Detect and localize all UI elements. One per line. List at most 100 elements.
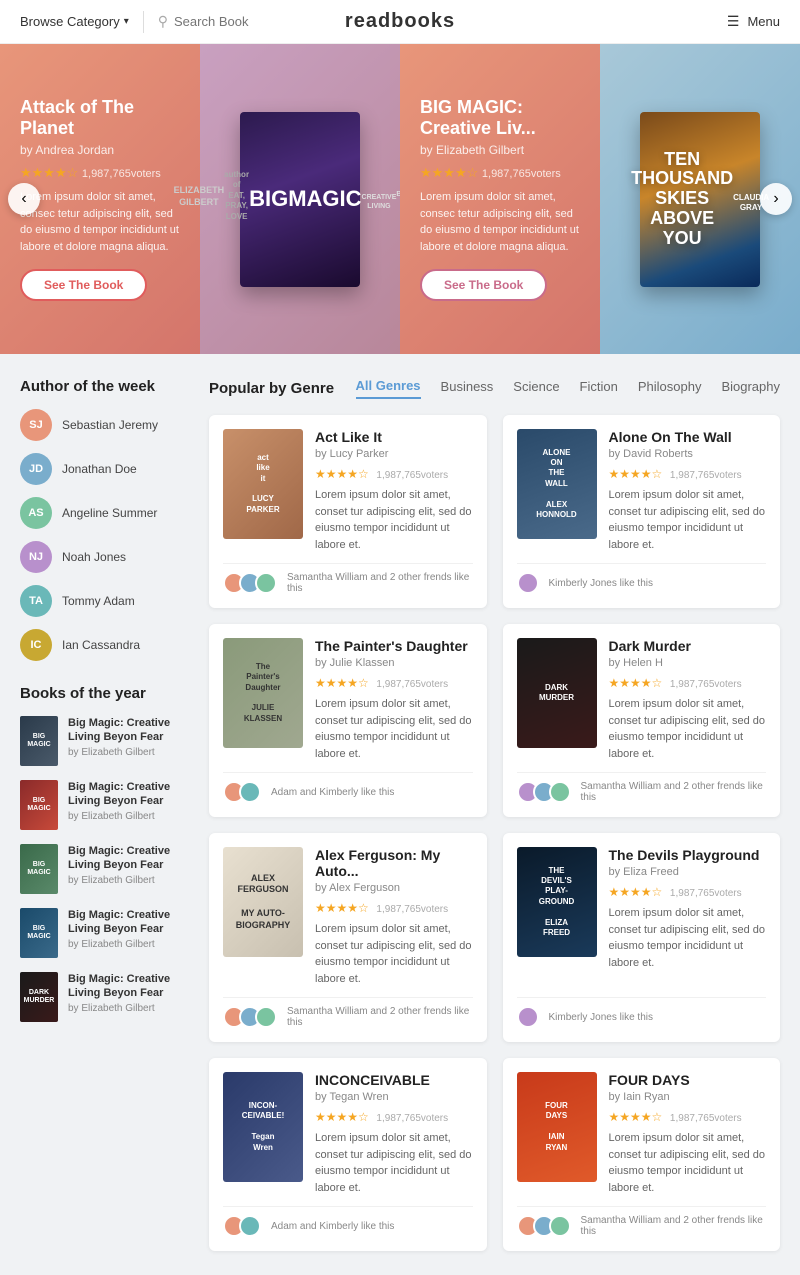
author-item[interactable]: TA Tommy Adam [20,585,185,617]
carousel-next-button[interactable]: › [760,183,792,215]
chevron-down-icon: ▾ [124,16,129,27]
book-cover: ALONEONTHEWALLALEXHONNOLD [517,429,597,539]
menu-button[interactable]: ☰ Menu [727,13,780,30]
tab-all-genres[interactable]: All Genres [356,378,421,399]
like-avatars [223,1215,255,1237]
author-item[interactable]: NJ Noah Jones [20,541,185,573]
book-card-desc: Lorem ipsum dolor sit amet, conset tur a… [315,487,473,553]
book-card-info: Act Like It by Lucy Parker ★★★★☆ 1,987,7… [315,429,473,553]
book-card-inner: ThePainter'sDaughterJULIEKLASSEN The Pai… [223,638,473,762]
book-card: FOURDAYSIAINRYAN FOUR DAYS by Iain Ryan … [503,1058,781,1251]
book-card-desc: Lorem ipsum dolor sit amet, conset tur a… [315,921,473,987]
browse-label: Browse Category [20,14,120,29]
author-name: Noah Jones [62,550,126,564]
content-area: Popular by Genre All Genres Business Sci… [209,378,780,1251]
voters: 1,987,765voters [670,1113,742,1124]
tab-biography[interactable]: Biography [721,379,780,398]
stars: ★★★★☆ [315,1110,369,1124]
like-text: Samantha William and 2 other frends like… [287,1006,473,1028]
book-card: INCON-CEIVABLE!TeganWren INCONCEIVABLE b… [209,1058,487,1251]
like-avatar [549,781,571,803]
book-card-title: Alone On The Wall [609,429,767,445]
book-card-likes: Adam and Kimberly like this [223,772,473,803]
hero-slide-3-cta[interactable]: See The Book [420,269,547,301]
book-thumbnail: BIGMAGIC [20,780,58,830]
hero-carousel: ‹ Attack of The Planet by Andrea Jordan … [0,44,800,354]
book-card-info: Alex Ferguson: My Auto... by Alex Fergus… [315,847,473,987]
like-avatar [255,1006,277,1028]
book-author: by Elizabeth Gilbert [68,1003,185,1014]
book-card-likes: Samantha William and 2 other frends like… [517,772,767,803]
main-content: Author of the week SJ Sebastian Jeremy J… [0,354,800,1275]
book-card-info: FOUR DAYS by Iain Ryan ★★★★☆ 1,987,765vo… [609,1072,767,1196]
like-avatar [255,572,277,594]
book-cover: INCON-CEIVABLE!TeganWren [223,1072,303,1182]
book-card-rating: ★★★★☆ 1,987,765voters [609,1109,767,1124]
book-card-desc: Lorem ipsum dolor sit amet, conset tur a… [315,1130,473,1196]
book-card: THEDEVIL'SPLAY-GROUNDELIZAFREED The Devi… [503,833,781,1042]
hero-slide-3-content: BIG MAGIC: Creative Liv... by Elizabeth … [420,97,580,301]
book-of-year-item[interactable]: BIGMAGIC Big Magic: Creative Living Beyo… [20,844,185,894]
author-list: SJ Sebastian Jeremy JD Jonathan Doe AS A… [20,409,185,661]
book-thumbnail: DARKMURDER [20,972,58,1022]
stars: ★★★★☆ [315,676,369,690]
stars: ★★★★☆ [609,1110,663,1124]
hero-slide-1-cta[interactable]: See The Book [20,269,147,301]
book-cover: THEDEVIL'SPLAY-GROUNDELIZAFREED [517,847,597,957]
author-item[interactable]: AS Angeline Summer [20,497,185,529]
like-avatars [223,1006,271,1028]
book-card-rating: ★★★★☆ 1,987,765voters [315,675,473,690]
like-avatars [223,781,255,803]
like-avatars [517,572,533,594]
book-card-author: by Tegan Wren [315,1091,473,1103]
book-info: Big Magic: Creative Living Beyon Fear by… [68,908,185,958]
book-card-info: Alone On The Wall by David Roberts ★★★★☆… [609,429,767,553]
tab-fiction[interactable]: Fiction [580,379,618,398]
menu-label: Menu [747,14,780,29]
book-card-rating: ★★★★☆ 1,987,765voters [609,884,767,899]
hero-slide-3-author: by Elizabeth Gilbert [420,143,580,157]
hero-slide-1-voters: 1,987,765voters [82,168,161,180]
navbar: Browse Category ▾ ⚲ readbooks ☰ Menu [0,0,800,44]
book-of-year-item[interactable]: DARKMURDER Big Magic: Creative Living Be… [20,972,185,1022]
author-item[interactable]: JD Jonathan Doe [20,453,185,485]
book-card-rating: ★★★★☆ 1,987,765voters [609,466,767,481]
voters: 1,987,765voters [670,679,742,690]
browse-category-button[interactable]: Browse Category ▾ [20,14,129,29]
tab-science[interactable]: Science [513,379,559,398]
book-author: by Elizabeth Gilbert [68,811,185,822]
like-text: Kimberly Jones like this [549,578,653,589]
genre-tabs: All Genres Business Science Fiction Phil… [356,378,780,399]
like-avatar [239,781,261,803]
hero-slide-1-stars: ★★★★☆ 1,987,765voters [20,165,180,181]
book-title: Big Magic: Creative Living Beyon Fear [68,908,185,937]
author-section-title: Author of the week [20,378,185,395]
carousel-prev-button[interactable]: ‹ [8,183,40,215]
book-card-desc: Lorem ipsum dolor sit amet, conset tur a… [315,696,473,762]
book-of-year-item[interactable]: BIGMAGIC Big Magic: Creative Living Beyo… [20,908,185,958]
stars: ★★★★☆ [315,467,369,481]
book-card-author: by Alex Ferguson [315,882,473,894]
tab-philosophy[interactable]: Philosophy [638,379,702,398]
site-logo: readbooks [345,10,455,33]
like-text: Samantha William and 2 other frends like… [581,1215,767,1237]
author-item[interactable]: SJ Sebastian Jeremy [20,409,185,441]
book-card-rating: ★★★★☆ 1,987,765voters [315,900,473,915]
book-of-year-item[interactable]: BIGMAGIC Big Magic: Creative Living Beyo… [20,780,185,830]
genre-header: Popular by Genre All Genres Business Sci… [209,378,780,399]
stars: ★★★★☆ [315,901,369,915]
like-avatars [517,781,565,803]
book-card-desc: Lorem ipsum dolor sit amet, conset tur a… [609,905,767,971]
book-card-likes: Adam and Kimberly like this [223,1206,473,1237]
tab-business[interactable]: Business [441,379,494,398]
avatar: AS [20,497,52,529]
search-input[interactable] [174,14,294,29]
author-item[interactable]: IC Ian Cassandra [20,629,185,661]
book-card-info: The Devils Playground by Eliza Freed ★★★… [609,847,767,987]
book-thumbnail: BIGMAGIC [20,908,58,958]
hero-slide-2: ELIZABETH GILBERT author of EAT, PRAY, L… [200,44,400,354]
book-of-year-item[interactable]: BIGMAGIC Big Magic: Creative Living Beyo… [20,716,185,766]
hero-slide-3-desc: Lorem ipsum dolor sit amet, consec tetur… [420,189,580,255]
book-card-author: by Iain Ryan [609,1091,767,1103]
hero-slide-1-title: Attack of The Planet [20,97,180,139]
